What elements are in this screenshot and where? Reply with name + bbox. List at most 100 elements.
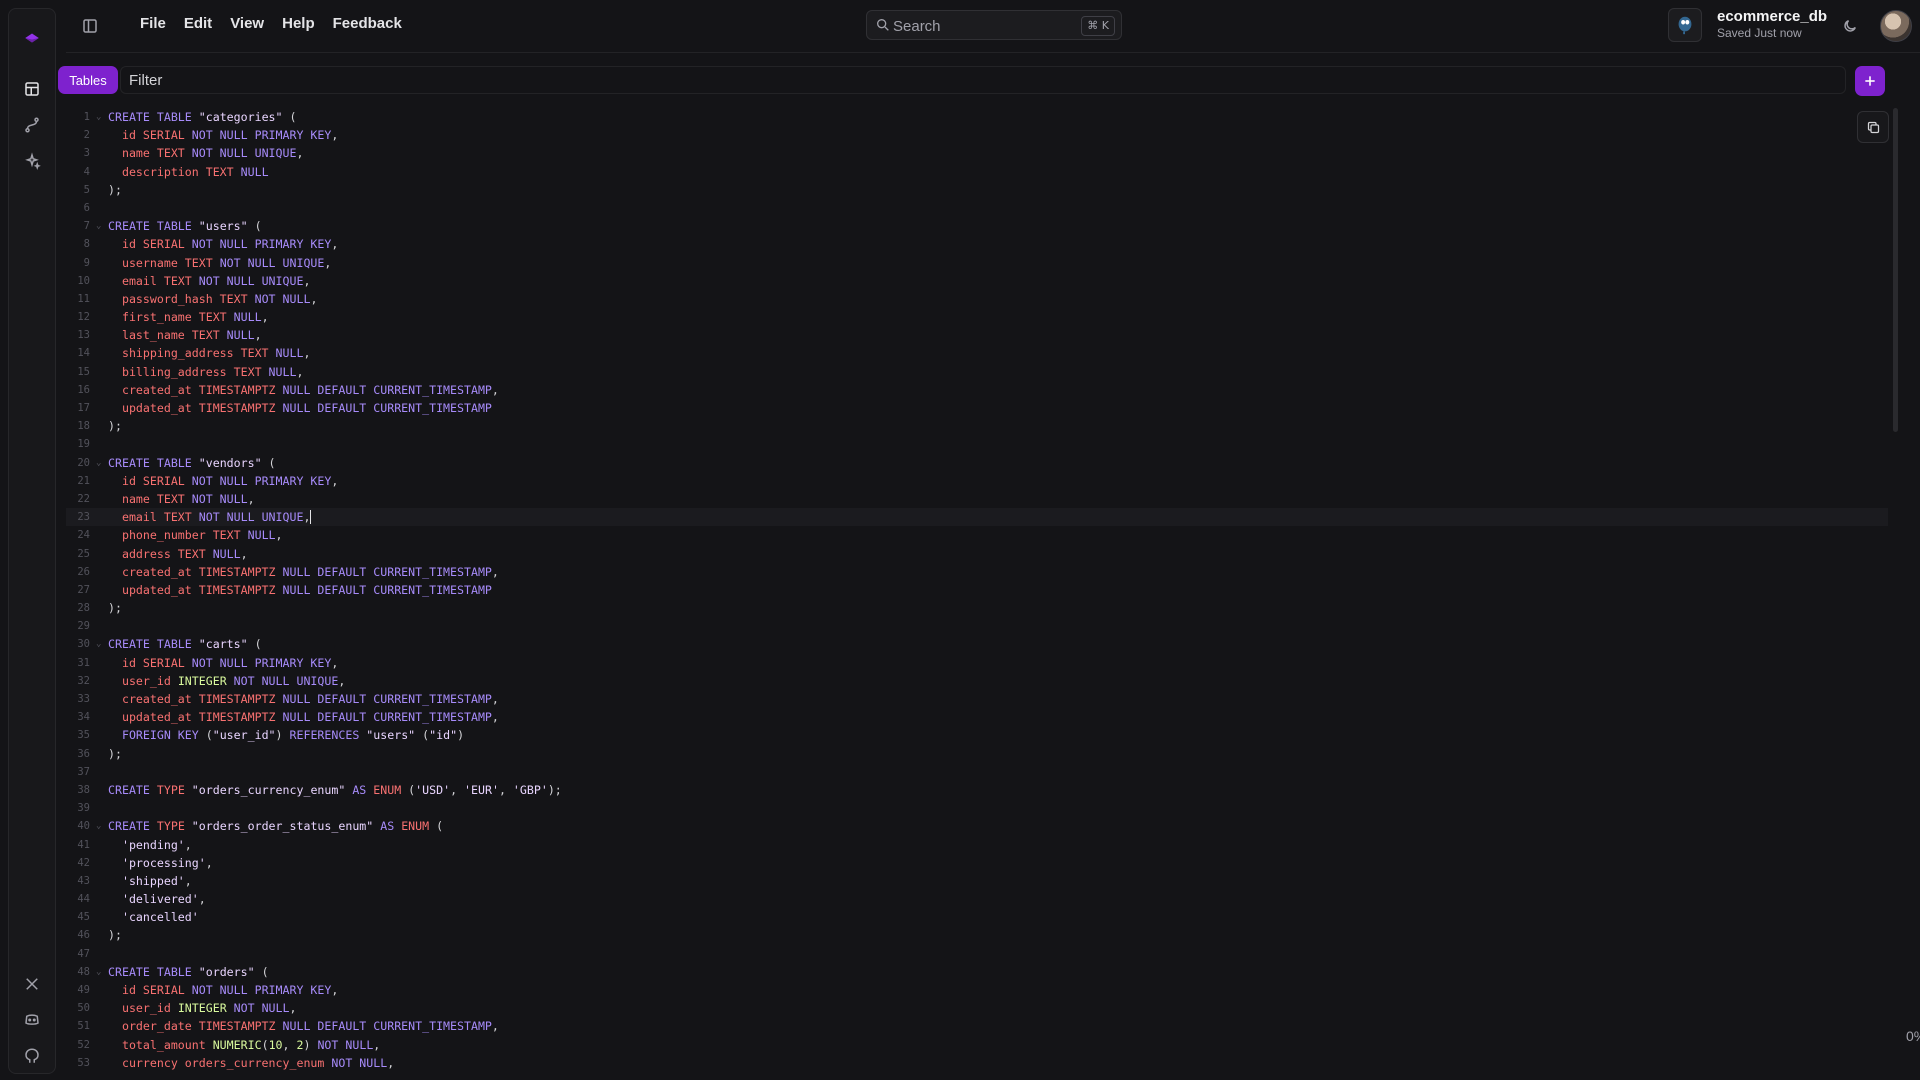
moon-icon[interactable] bbox=[1836, 12, 1864, 40]
sidebar-toggle-icon[interactable] bbox=[76, 12, 104, 40]
code-line[interactable]: 11 password_hash TEXT NOT NULL, bbox=[66, 290, 1888, 308]
sparkles-icon[interactable] bbox=[17, 146, 47, 176]
code-line[interactable]: 38 CREATE TYPE "orders_currency_enum" AS … bbox=[66, 781, 1888, 799]
code-line[interactable]: 37 bbox=[66, 763, 1888, 781]
menu-help[interactable]: Help bbox=[282, 15, 315, 32]
menu-file[interactable]: File bbox=[140, 15, 166, 32]
code-token: currency orders_currency_enum bbox=[108, 1055, 332, 1070]
code-line[interactable]: 24 phone_number TEXT NULL, bbox=[66, 526, 1888, 544]
code-line[interactable]: 8 id SERIAL NOT NULL PRIMARY KEY, bbox=[66, 235, 1888, 253]
code-line[interactable]: 44 'delivered', bbox=[66, 890, 1888, 908]
code-line[interactable]: 47 bbox=[66, 945, 1888, 963]
discord-icon[interactable] bbox=[17, 1005, 47, 1035]
code-line[interactable]: 19 bbox=[66, 435, 1888, 453]
route-icon[interactable] bbox=[17, 110, 47, 140]
code-line[interactable]: 29 bbox=[66, 617, 1888, 635]
code-line[interactable]: 7 ⌄ CREATE TABLE "users" ( bbox=[66, 217, 1888, 235]
code-line[interactable]: 33 created_at TIMESTAMPTZ NULL DEFAULT C… bbox=[66, 690, 1888, 708]
line-number: 17 bbox=[77, 402, 90, 414]
postgres-icon[interactable] bbox=[1668, 8, 1702, 42]
code-line[interactable]: 49 id SERIAL NOT NULL PRIMARY KEY, bbox=[66, 981, 1888, 999]
code-line[interactable]: 26 created_at TIMESTAMPTZ NULL DEFAULT C… bbox=[66, 563, 1888, 581]
code-line[interactable]: 41 'pending', bbox=[66, 836, 1888, 854]
fold-icon[interactable]: ⌄ bbox=[96, 217, 101, 235]
table-icon[interactable] bbox=[17, 74, 47, 104]
line-number: 38 bbox=[77, 783, 90, 796]
fold-icon[interactable]: ⌄ bbox=[96, 108, 101, 126]
code-text: name TEXT NOT NULL, bbox=[108, 490, 255, 508]
code-text: id SERIAL NOT NULL PRIMARY KEY, bbox=[108, 654, 338, 672]
code-line[interactable]: 4 description TEXT NULL bbox=[66, 163, 1888, 181]
line-number: 19 bbox=[77, 438, 90, 451]
code-token: , bbox=[184, 873, 192, 888]
code-line[interactable]: 12 first_name TEXT NULL, bbox=[66, 308, 1888, 326]
avatar[interactable] bbox=[1880, 10, 1912, 42]
copy-button[interactable] bbox=[1857, 111, 1889, 143]
code-line[interactable]: 52 total_amount NUMERIC(10, 2) NOT NULL, bbox=[66, 1036, 1888, 1054]
code-line[interactable]: 28); bbox=[66, 599, 1888, 617]
code-line[interactable]: 5); bbox=[66, 181, 1888, 199]
database-name[interactable]: ecommerce_db bbox=[1717, 8, 1827, 25]
fold-icon[interactable]: ⌄ bbox=[96, 963, 101, 981]
code-line[interactable]: 16 created_at TIMESTAMPTZ NULL DEFAULT C… bbox=[66, 381, 1888, 399]
line-number: 46 bbox=[77, 929, 90, 942]
line-number: 43 bbox=[77, 874, 90, 887]
code-line[interactable]: 1 ⌄ CREATE TABLE "categories" ( bbox=[66, 108, 1888, 126]
menu-view[interactable]: View bbox=[230, 15, 264, 32]
code-line[interactable]: 45 'cancelled' bbox=[66, 908, 1888, 926]
code-line[interactable]: 42 'processing', bbox=[66, 854, 1888, 872]
code-line[interactable]: 31 id SERIAL NOT NULL PRIMARY KEY, bbox=[66, 654, 1888, 672]
code-line[interactable]: 35 FOREIGN KEY ("user_id") REFERENCES "u… bbox=[66, 726, 1888, 744]
code-line[interactable]: 22 name TEXT NOT NULL, bbox=[66, 490, 1888, 508]
code-line[interactable]: 6 bbox=[66, 199, 1888, 217]
code-token: 'delivered' bbox=[108, 892, 199, 907]
code-line[interactable]: 51 order_date TIMESTAMPTZ NULL DEFAULT C… bbox=[66, 1017, 1888, 1035]
editor-scrollbar[interactable] bbox=[1893, 108, 1898, 432]
search-box[interactable]: Search ⌘ K bbox=[866, 10, 1122, 40]
code-line[interactable]: 53 currency orders_currency_enum NOT NUL… bbox=[66, 1054, 1888, 1072]
code-token: , bbox=[282, 1037, 297, 1052]
code-line[interactable]: 23 email TEXT NOT NULL UNIQUE, bbox=[66, 508, 1888, 527]
filter-input[interactable] bbox=[120, 66, 1846, 94]
logo-icon[interactable] bbox=[17, 23, 47, 53]
add-button[interactable] bbox=[1855, 66, 1885, 96]
code-line[interactable]: 20 ⌄ CREATE TABLE "vendors" ( bbox=[66, 454, 1888, 472]
code-line[interactable]: 36); bbox=[66, 745, 1888, 763]
code-line[interactable]: 10 email TEXT NOT NULL UNIQUE, bbox=[66, 272, 1888, 290]
code-line[interactable]: 34 updated_at TIMESTAMPTZ NULL DEFAULT C… bbox=[66, 708, 1888, 726]
code-line[interactable]: 2 id SERIAL NOT NULL PRIMARY KEY, bbox=[66, 126, 1888, 144]
code-line[interactable]: 21 id SERIAL NOT NULL PRIMARY KEY, bbox=[66, 472, 1888, 490]
code-line[interactable]: 27 updated_at TIMESTAMPTZ NULL DEFAULT C… bbox=[66, 581, 1888, 599]
x-twitter-icon[interactable] bbox=[17, 969, 47, 999]
code-line[interactable]: 18); bbox=[66, 417, 1888, 435]
code-line[interactable]: 17 updated_at TIMESTAMPTZ NULL DEFAULT C… bbox=[66, 399, 1888, 417]
code-token: ( bbox=[261, 1037, 269, 1052]
code-token: , bbox=[289, 1001, 297, 1016]
code-line[interactable]: 13 last_name TEXT NULL, bbox=[66, 326, 1888, 344]
tab-tables[interactable]: Tables bbox=[58, 66, 118, 94]
code-line[interactable]: 15 billing_address TEXT NULL, bbox=[66, 363, 1888, 381]
code-line[interactable]: 43 'shipped', bbox=[66, 872, 1888, 890]
fold-icon[interactable]: ⌄ bbox=[96, 454, 101, 472]
code-line[interactable]: 3 name TEXT NOT NULL UNIQUE, bbox=[66, 144, 1888, 162]
code-line[interactable]: 46); bbox=[66, 926, 1888, 944]
code-token: 'cancelled' bbox=[108, 910, 199, 925]
code-line[interactable]: 25 address TEXT NULL, bbox=[66, 545, 1888, 563]
sql-editor[interactable]: 1 ⌄ CREATE TABLE "categories" (2 id SERIAL… bbox=[66, 108, 1888, 1080]
code-line[interactable]: 39 bbox=[66, 799, 1888, 817]
menu-edit[interactable]: Edit bbox=[184, 15, 212, 32]
code-line[interactable]: 48 ⌄ CREATE TABLE "orders" ( bbox=[66, 963, 1888, 981]
fold-icon[interactable]: ⌄ bbox=[96, 817, 101, 835]
code-token: ( bbox=[205, 728, 213, 743]
code-line[interactable]: 14 shipping_address TEXT NULL, bbox=[66, 344, 1888, 362]
code-line[interactable]: 40 ⌄ CREATE TYPE "orders_order_status_enum… bbox=[66, 817, 1888, 835]
menu-feedback[interactable]: Feedback bbox=[333, 15, 402, 32]
code-line[interactable]: 32 user_id INTEGER NOT NULL UNIQUE, bbox=[66, 672, 1888, 690]
code-line[interactable]: 50 user_id INTEGER NOT NULL, bbox=[66, 999, 1888, 1017]
code-line[interactable]: 30 ⌄ CREATE TABLE "carts" ( bbox=[66, 635, 1888, 653]
fold-icon[interactable]: ⌄ bbox=[96, 635, 101, 653]
code-line[interactable]: 9 username TEXT NOT NULL UNIQUE, bbox=[66, 254, 1888, 272]
code-text: user_id INTEGER NOT NULL, bbox=[108, 999, 297, 1017]
github-icon[interactable] bbox=[17, 1041, 47, 1071]
code-token: ); bbox=[108, 419, 122, 434]
